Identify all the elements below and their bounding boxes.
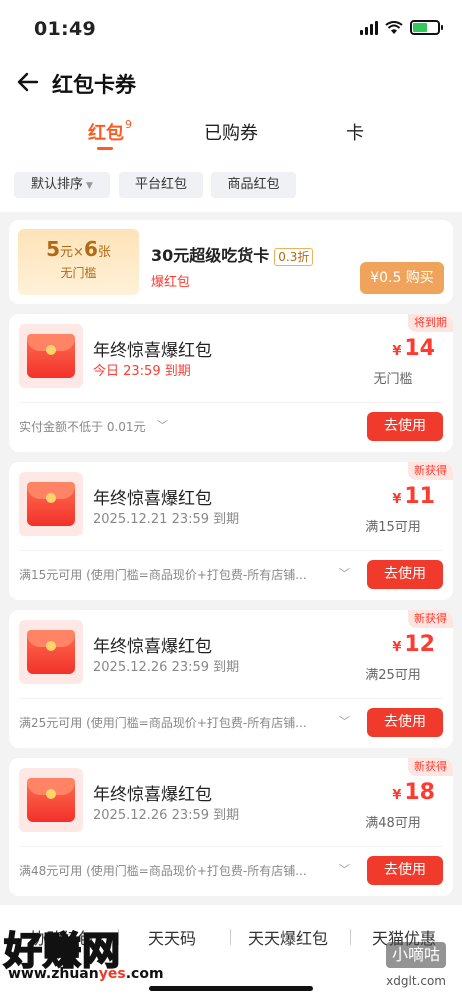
promo-amount: 5	[46, 237, 61, 261]
currency-symbol: ¥	[392, 344, 402, 359]
coupon-amount: ¥18	[335, 780, 435, 805]
coupon-card: 年终惊喜爆红包 2025.12.26 23:59 到期 新获得 ¥18 满48可…	[9, 758, 453, 896]
coupon-value: 11	[404, 484, 435, 509]
coupon-value: 12	[404, 632, 435, 657]
red-envelope-icon	[19, 324, 83, 388]
watermark-right-url: xdglt.com	[386, 974, 446, 988]
coupon-value: 14	[404, 336, 435, 361]
red-envelope-icon	[19, 620, 83, 684]
tab-red-packet[interactable]: 红包9	[88, 118, 132, 145]
coupon-note[interactable]: 满15元可用 (使用门槛=商品现价+打包费-所有店铺...	[19, 566, 349, 583]
currency-symbol: ¥	[392, 640, 402, 655]
promo-title: 30元超级吃货卡 0.3折	[151, 242, 314, 266]
tab-purchased[interactable]: 已购券	[204, 119, 258, 145]
promo-times: ×	[73, 245, 84, 260]
chevron-down-icon[interactable]: ﹀	[339, 713, 350, 729]
coupon-card: 年终惊喜爆红包 2025.12.21 23:59 到期 新获得 ¥11 满15可…	[9, 462, 453, 600]
coupon-amount: ¥12	[335, 632, 435, 657]
coupon-condition: 满15可用	[365, 520, 421, 535]
red-envelope-icon	[19, 472, 83, 536]
tab-label: 红包	[88, 123, 124, 144]
coupon-note[interactable]: 满48元可用 (使用门槛=商品现价+打包费-所有店铺...	[19, 862, 349, 879]
watermark-right: 小嘀咕	[385, 942, 446, 968]
chevron-down-icon[interactable]: ﹀	[157, 417, 168, 433]
bottom-tab-daily[interactable]: 天天爆红包	[248, 925, 328, 949]
coupon-amount: ¥14	[335, 336, 435, 361]
coupon-name: 年终惊喜爆红包	[93, 637, 212, 657]
coupon-name: 年终惊喜爆红包	[93, 489, 212, 509]
coupon-expire: 2025.12.21 23:59 到期	[93, 512, 240, 527]
coupon-card: 年终惊喜爆红包 2025.12.26 23:59 到期 新获得 ¥12 满25可…	[9, 610, 453, 748]
coupon-card: 年终惊喜爆红包 今日 23:59 到期 将到期 ¥14 无门槛 实付金额不低于 …	[9, 314, 453, 452]
promo-count: 6	[83, 237, 98, 261]
filter-product[interactable]: 商品红包	[211, 172, 296, 198]
promo-tag: 爆红包	[151, 275, 191, 290]
tab-card[interactable]: 卡	[346, 119, 364, 145]
page-title: 红包卡券	[52, 73, 136, 97]
currency-symbol: ¥	[392, 492, 402, 507]
promo-buy-button[interactable]: ¥0.5 购买	[360, 262, 444, 294]
coupon-amount: ¥11	[335, 484, 435, 509]
divider	[19, 402, 443, 403]
filter-bar: 默认排序 ▼ 平台红包 商品红包	[0, 160, 462, 212]
filter-platform[interactable]: 平台红包	[119, 172, 203, 198]
promo-card: 5元×6张 无门槛 30元超级吃货卡 0.3折 爆红包 ¥0.5 购买	[9, 220, 453, 304]
battery-icon	[410, 20, 443, 35]
coupon-note[interactable]: 满25元可用 (使用门槛=商品现价+打包费-所有店铺...	[19, 714, 349, 731]
coupon-name: 年终惊喜爆红包	[93, 341, 212, 361]
coupon-expire: 2025.12.26 23:59 到期	[93, 660, 240, 675]
coupon-badge: 新获得	[408, 462, 453, 480]
coupon-name: 年终惊喜爆红包	[93, 785, 212, 805]
promo-discount-badge: 0.3折	[274, 248, 314, 266]
wifi-icon	[385, 20, 403, 34]
home-indicator[interactable]	[149, 986, 313, 991]
coupon-condition: 满48可用	[365, 816, 421, 831]
status-time: 01:49	[34, 18, 96, 40]
back-arrow-icon[interactable]	[14, 68, 42, 96]
watermark-url-b: yes	[98, 966, 126, 982]
divider	[19, 846, 443, 847]
chevron-down-icon[interactable]: ﹀	[339, 861, 350, 877]
chevron-down-icon[interactable]: ﹀	[339, 565, 350, 581]
divider	[19, 550, 443, 551]
use-button[interactable]: 去使用	[367, 560, 443, 589]
use-button[interactable]: 去使用	[367, 412, 443, 441]
coupon-badge: 新获得	[408, 758, 453, 776]
signal-icon	[360, 20, 378, 35]
coupon-note[interactable]: 实付金额不低于 0.01元	[19, 418, 169, 435]
tab-count: 9	[125, 118, 132, 131]
divider	[350, 929, 351, 945]
divider	[19, 698, 443, 699]
bottom-tab-code[interactable]: 天天码	[148, 925, 196, 949]
promo-voucher: 5元×6张 无门槛	[18, 229, 139, 295]
coupon-condition: 满25可用	[365, 668, 421, 683]
tab-indicator	[97, 147, 113, 150]
use-button[interactable]: 去使用	[367, 708, 443, 737]
red-envelope-icon	[19, 768, 83, 832]
coupon-badge: 将到期	[408, 314, 453, 332]
coupon-condition: 无门槛	[373, 372, 413, 387]
promo-threshold: 无门槛	[60, 266, 97, 280]
status-bar: 01:49	[0, 0, 462, 58]
currency-symbol: ¥	[392, 788, 402, 803]
watermark-url-a: www.zhuan	[8, 966, 99, 982]
divider	[230, 929, 231, 945]
coupon-expire: 2025.12.26 23:59 到期	[93, 808, 240, 823]
coupon-expire: 今日 23:59 到期	[93, 364, 191, 379]
watermark-url-c: .com	[125, 966, 164, 982]
sort-label: 默认排序	[31, 177, 84, 192]
watermark-url: www.zhuanyes.com	[8, 966, 164, 982]
promo-title-text: 30元超级吃货卡	[151, 246, 270, 265]
caret-down-icon: ▼	[86, 181, 93, 191]
use-button[interactable]: 去使用	[367, 856, 443, 885]
status-icons	[360, 20, 443, 35]
sort-dropdown[interactable]: 默认排序 ▼	[14, 172, 110, 198]
promo-amount-unit: 元	[60, 245, 74, 260]
coupon-value: 18	[404, 780, 435, 805]
coupon-badge: 新获得	[408, 610, 453, 628]
tab-bar: 红包9 已购券 卡	[0, 108, 462, 160]
promo-count-unit: 张	[97, 245, 111, 260]
nav-bar: 红包卡券	[0, 58, 462, 108]
